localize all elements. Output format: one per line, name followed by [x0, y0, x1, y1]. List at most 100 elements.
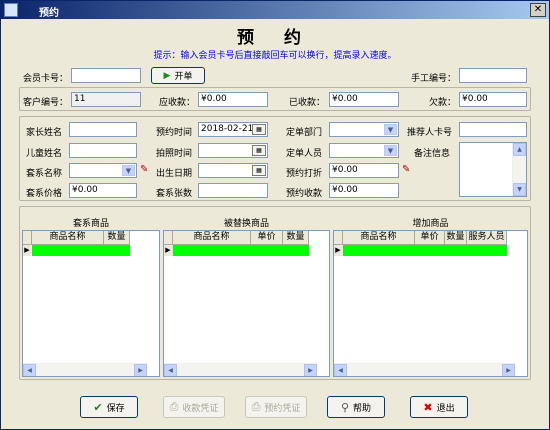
window-title: 预约	[39, 8, 59, 19]
staff-no-input[interactable]	[459, 68, 527, 83]
table-row[interactable]	[343, 245, 507, 256]
scroll-right-icon[interactable]: ▶	[304, 364, 317, 376]
exit-button[interactable]: ✖ 退出	[410, 396, 468, 418]
h-scrollbar[interactable]: ◀ ▶	[23, 363, 147, 376]
package-price-field[interactable]: ¥0.00	[69, 183, 137, 198]
page-title: 预 约	[237, 28, 313, 48]
added-grid-title: 增加商品	[412, 219, 449, 229]
scroll-left-icon[interactable]: ◀	[334, 364, 347, 376]
column-header[interactable]: 商品名称	[32, 231, 104, 245]
discount-field[interactable]: ¥0.00	[329, 163, 399, 178]
child-name-label: 儿童姓名	[26, 149, 63, 159]
received-field[interactable]: ¥0.00	[329, 92, 399, 107]
appt-received-label: 预约收款	[286, 189, 323, 199]
close-icon: ✖	[423, 400, 433, 414]
calendar-icon[interactable]: ▦	[252, 145, 266, 156]
dept-select[interactable]: ▼	[329, 122, 399, 137]
help-button[interactable]: ⚲ 帮助	[327, 396, 385, 418]
scroll-up-icon[interactable]: ▲	[513, 143, 526, 156]
column-header[interactable]: 商品名称	[343, 231, 415, 245]
package-grid[interactable]: 商品名称 数量 ▶ ◀ ▶	[22, 230, 160, 377]
open-order-label: 开单	[174, 72, 193, 82]
app-icon	[4, 3, 18, 17]
appt-time-label: 预约时间	[156, 128, 193, 138]
chevron-down-icon: ▼	[384, 145, 397, 156]
close-icon[interactable]: ✕	[530, 3, 546, 17]
h-scrollbar[interactable]: ◀ ▶	[334, 363, 515, 376]
receipt-button[interactable]: ⎙ 收款凭证	[163, 396, 225, 418]
grid-corner	[23, 231, 32, 245]
appt-receipt-label: 预约凭证	[264, 403, 301, 414]
card-label: 会员卡号：	[23, 74, 69, 84]
package-name-select[interactable]: ▼	[69, 163, 137, 178]
grid-corner	[164, 231, 173, 245]
photo-time-input[interactable]: ▦	[198, 143, 268, 158]
open-order-button[interactable]: ▶ 开单	[151, 67, 205, 84]
owed-field[interactable]: ¥0.00	[459, 92, 527, 107]
discount-label: 预约打折	[286, 169, 323, 179]
column-header[interactable]: 单价	[251, 231, 283, 245]
column-header[interactable]: 商品名称	[173, 231, 251, 245]
staff-select[interactable]: ▼	[329, 143, 399, 158]
appointment-window: 预约 ✕ 预 约 提示：输入会员卡号后直接敲回车可以换行，提高录入速度。 会员卡…	[0, 0, 550, 430]
receivable-label: 应收款：	[159, 98, 196, 108]
birth-date-input[interactable]: ▦	[198, 163, 268, 178]
appt-received-field[interactable]: ¥0.00	[329, 183, 399, 198]
title-bar: 预约 ✕	[1, 1, 549, 19]
added-grid[interactable]: 商品名称 单价 数量 服务人员 ▶ ◀ ▶	[333, 230, 528, 377]
table-row[interactable]	[173, 245, 309, 256]
received-label: 已收款：	[289, 98, 326, 108]
notes-textarea[interactable]: ▲ ▼	[459, 142, 527, 197]
appt-time-input[interactable]: 2018-02-21 ▦	[198, 122, 268, 137]
card-input[interactable]	[71, 68, 141, 83]
play-icon: ▶	[163, 70, 171, 81]
scroll-left-icon[interactable]: ◀	[23, 364, 36, 376]
calendar-icon[interactable]: ▦	[252, 124, 266, 135]
row-pointer-icon: ▶	[23, 245, 31, 256]
sheets-label: 套系张数	[156, 189, 193, 199]
column-header[interactable]: 数量	[283, 231, 309, 245]
replaced-grid[interactable]: 商品名称 单价 数量 ▶ ◀ ▶	[163, 230, 330, 377]
referrer-card-input[interactable]	[459, 122, 527, 137]
package-name-label: 套系名称	[26, 169, 63, 179]
calendar-icon[interactable]: ▦	[252, 165, 266, 176]
staff-no-label: 手工编号：	[411, 74, 457, 84]
notes-label: 备注信息	[414, 149, 451, 159]
grid-header: 商品名称 单价 数量	[164, 231, 309, 245]
scroll-left-icon[interactable]: ◀	[164, 364, 177, 376]
replaced-grid-title: 被替换商品	[223, 219, 269, 229]
check-icon: ✔	[93, 400, 103, 414]
package-price-label: 套系价格	[26, 189, 63, 199]
column-header[interactable]: 服务人员	[467, 231, 507, 245]
sheets-input[interactable]	[198, 183, 268, 198]
scroll-right-icon[interactable]: ▶	[502, 364, 515, 376]
printer-icon: ⎙	[251, 400, 261, 413]
referrer-card-label: 推荐人卡号	[407, 128, 453, 138]
customer-no-field: 11	[71, 92, 141, 107]
scroll-down-icon[interactable]: ▼	[513, 183, 526, 196]
grid-header: 商品名称 数量	[23, 231, 130, 245]
receivable-field[interactable]: ¥0.00	[198, 92, 268, 107]
row-pointer-icon: ▶	[334, 245, 342, 256]
hint-text: 提示：输入会员卡号后直接敲回车可以换行，提高录入速度。	[153, 51, 397, 61]
grid-header: 商品名称 单价 数量 服务人员	[334, 231, 507, 245]
birth-date-label: 出生日期	[156, 169, 193, 179]
package-note-icon[interactable]: ✎	[140, 164, 150, 176]
grid-corner	[334, 231, 343, 245]
parent-name-label: 家长姓名	[26, 128, 63, 138]
photo-time-label: 拍照时间	[156, 149, 193, 159]
column-header[interactable]: 数量	[445, 231, 467, 245]
notes-scrollbar[interactable]: ▲ ▼	[512, 143, 526, 196]
save-button[interactable]: ✔ 保存	[80, 396, 138, 418]
help-icon: ⚲	[340, 400, 350, 414]
table-row[interactable]	[32, 245, 130, 256]
discount-note-icon[interactable]: ✎	[402, 164, 412, 176]
column-header[interactable]: 单价	[415, 231, 445, 245]
parent-name-input[interactable]	[69, 122, 137, 137]
child-name-input[interactable]	[69, 143, 137, 158]
column-header[interactable]: 数量	[104, 231, 130, 245]
appt-receipt-button[interactable]: ⎙ 预约凭证	[245, 396, 307, 418]
h-scrollbar[interactable]: ◀ ▶	[164, 363, 317, 376]
scroll-right-icon[interactable]: ▶	[134, 364, 147, 376]
receipt-label: 收款凭证	[182, 403, 219, 414]
